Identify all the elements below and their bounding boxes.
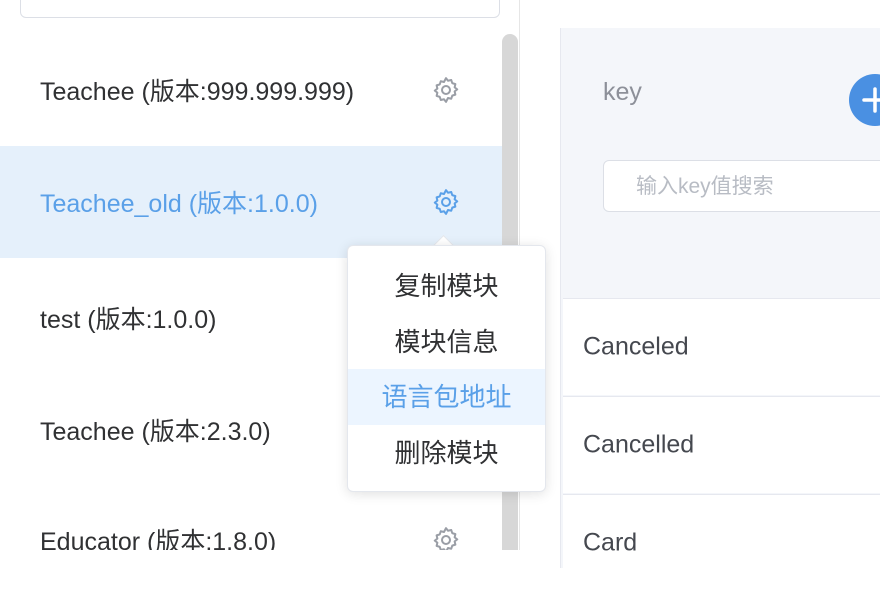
key-row[interactable]: Canceled [563,298,880,395]
key-text: Canceled [583,332,689,361]
key-row[interactable]: Cancelled [563,396,880,493]
module-actions-dropdown: 复制模块 模块信息 语言包地址 删除模块 [347,245,546,492]
plus-icon [862,87,880,113]
menu-item-language-pack-url[interactable]: 语言包地址 [348,369,545,425]
key-text: Card [583,528,638,557]
module-item[interactable]: Teachee (版本:999.999.999) [0,34,502,146]
key-label: key [603,78,642,106]
module-item[interactable]: Educator (版本:1.8.0) [0,484,502,550]
module-label: Teachee (版本:999.999.999) [40,78,355,106]
menu-item-delete-module[interactable]: 删除模块 [348,425,545,481]
module-search-input[interactable] [20,0,500,18]
module-label: test (版本:1.0.0) [40,306,217,334]
key-search-placeholder: 输入key值搜索 [636,175,774,198]
module-item-selected[interactable]: Teachee_old (版本:1.0.0) [0,146,502,258]
module-label: Teachee_old (版本:1.0.0) [40,190,318,218]
module-label: Teachee (版本:2.3.0) [40,418,271,446]
key-search-input[interactable]: 输入key值搜索 [603,160,880,212]
gear-icon[interactable] [431,525,461,550]
key-row[interactable]: Card [563,494,880,591]
menu-item-copy-module[interactable]: 复制模块 [348,258,545,314]
module-label: Educator (版本:1.8.0) [40,528,277,550]
key-text: Cancelled [583,430,695,459]
gear-icon[interactable] [431,187,461,217]
add-key-button[interactable] [849,74,880,126]
gear-icon[interactable] [431,75,461,105]
key-panel: key 输入key值搜索 Canceled Cancelled Card [560,28,880,591]
menu-item-module-info[interactable]: 模块信息 [348,314,545,370]
